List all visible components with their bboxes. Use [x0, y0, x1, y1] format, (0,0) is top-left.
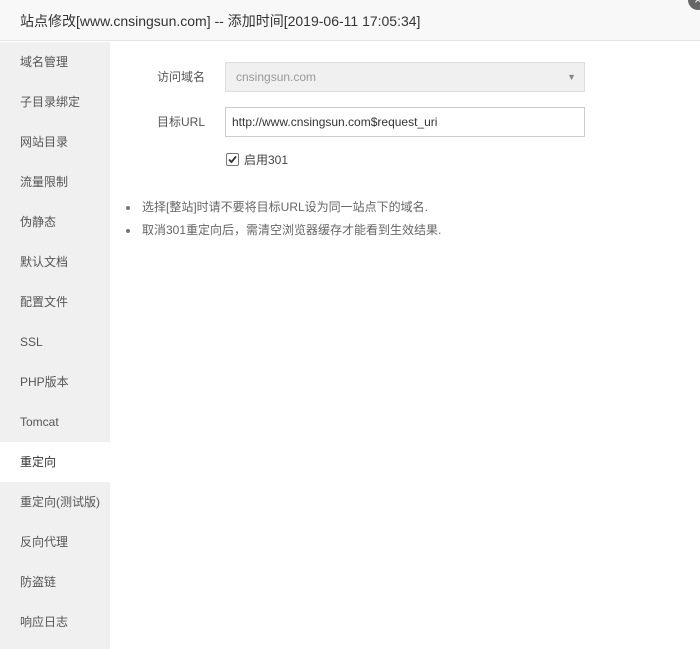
enable-301-label: 启用301: [244, 153, 289, 167]
bullet-icon: [126, 206, 130, 210]
sidebar-item-tomcat[interactable]: Tomcat: [0, 402, 110, 442]
enable-301-checkbox[interactable]: [226, 153, 239, 166]
sidebar-item-traffic-limit[interactable]: 流量限制: [0, 162, 110, 202]
sidebar-item-redirect[interactable]: 重定向: [0, 442, 110, 482]
target-url-label: 目标URL: [156, 115, 205, 129]
target-url-input[interactable]: [225, 107, 585, 137]
sidebar-item-response-log[interactable]: 响应日志: [0, 602, 110, 642]
domain-label: 访问域名: [156, 70, 205, 84]
sidebar-item-reverse-proxy[interactable]: 反向代理: [0, 522, 110, 562]
domain-select[interactable]: cnsingsun.com ▼: [225, 62, 585, 92]
tip-text: 选择[整站]时请不要将目标URL设为同一站点下的域名.: [142, 200, 429, 214]
dialog-titlebar: 站点修改[www.cnsingsun.com] -- 添加时间[2019-06-…: [0, 0, 700, 41]
sidebar-item-ssl[interactable]: SSL: [0, 322, 110, 362]
sidebar-item-php-version[interactable]: PHP版本: [0, 362, 110, 402]
enable-301-option[interactable]: 启用301: [226, 152, 288, 168]
sidebar-item-domain-management[interactable]: 域名管理: [0, 42, 110, 82]
tip-item: 取消301重定向后，需清空浏览器缓存才能看到生效结果.: [124, 219, 441, 242]
sidebar-item-subdirectory-binding[interactable]: 子目录绑定: [0, 82, 110, 122]
sidebar-item-config-file[interactable]: 配置文件: [0, 282, 110, 322]
close-icon[interactable]: ×: [688, 0, 700, 10]
sidebar-item-default-document[interactable]: 默认文档: [0, 242, 110, 282]
sidebar-item-rewrite[interactable]: 伪静态: [0, 202, 110, 242]
domain-select-value: cnsingsun.com: [236, 70, 317, 84]
domain-row: 访问域名 cnsingsun.com ▼: [110, 62, 700, 92]
sidebar-item-site-directory[interactable]: 网站目录: [0, 122, 110, 162]
bullet-icon: [126, 229, 130, 233]
target-url-row: 目标URL: [110, 107, 700, 137]
redirect-panel: 访问域名 cnsingsun.com ▼ 目标URL 启用301 选择[整站]时…: [110, 42, 700, 649]
check-icon: [228, 155, 237, 164]
chevron-down-icon: ▼: [567, 72, 576, 82]
tips-list: 选择[整站]时请不要将目标URL设为同一站点下的域名. 取消301重定向后，需清…: [124, 196, 441, 242]
sidebar: 域名管理 子目录绑定 网站目录 流量限制 伪静态 默认文档 配置文件 SSL P…: [0, 42, 110, 649]
sidebar-item-redirect-beta[interactable]: 重定向(测试版): [0, 482, 110, 522]
sidebar-item-hotlink-protection[interactable]: 防盗链: [0, 562, 110, 602]
dialog-title: 站点修改[www.cnsingsun.com] -- 添加时间[2019-06-…: [20, 13, 421, 29]
tip-text: 取消301重定向后，需清空浏览器缓存才能看到生效结果.: [142, 223, 442, 237]
tip-item: 选择[整站]时请不要将目标URL设为同一站点下的域名.: [124, 196, 441, 219]
